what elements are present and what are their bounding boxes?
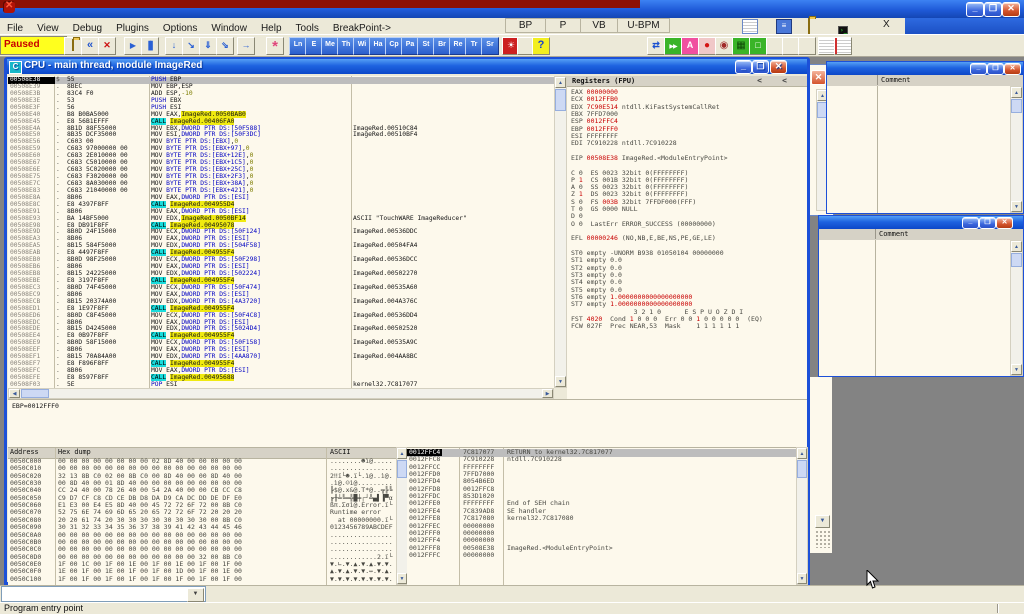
comment-panel-top: _ ❒ ✕ Comment ▲ ▼ <box>826 61 1024 214</box>
swap-windows-icon[interactable] <box>647 37 665 55</box>
comment-panel-bottom-body <box>819 240 1010 376</box>
console-icon[interactable]: ›_ <box>838 19 852 32</box>
panel-close-button[interactable]: ✕ <box>996 217 1013 229</box>
spiral-icon[interactable] <box>715 37 733 55</box>
maximize-button[interactable]: ❒ <box>984 2 1002 17</box>
comment-panel-bottom: _ ❒ ✕ Comment ▲ ▼ <box>818 215 1024 377</box>
run-status-badge: Paused <box>0 36 67 55</box>
register-line: EIP 00508E38 ImageRed.<ModuleEntryPoint> <box>571 155 728 162</box>
disasm-row[interactable]: 00508EE9.8B0D 58F15000MOV ECX,DWORD PTR … <box>8 340 554 347</box>
register-line: EFL 00000246 (NO,NB,E,BE,NS,PE,GE,LE) <box>571 235 716 242</box>
ollydbg-app-icon <box>3 1 15 13</box>
comment-panel-top-titlebar[interactable]: _ ❒ ✕ <box>827 62 1023 75</box>
disassembly-hscrollbar[interactable]: ◀ ▶ <box>8 388 554 399</box>
statusbar: Program entry point <box>0 602 1024 614</box>
cpu-close-button[interactable]: ✕ <box>770 60 787 74</box>
analyze-icon[interactable] <box>681 37 699 55</box>
info-pane: EBP=0012FFF0 <box>8 399 807 447</box>
menu-plugin-p[interactable]: P <box>546 18 581 33</box>
register-line: FCW 027F Prec NEAR,53 Mask 1 1 1 1 1 1 <box>571 323 739 330</box>
combobox-dropdown-icon[interactable]: ▼ <box>187 588 204 602</box>
titlebar-filler <box>905 18 1024 34</box>
dump-row[interactable]: 0050C1001F 00 1F 00 1F 00 1F 00 1F 00 1F… <box>8 576 396 584</box>
cpu-maximize-button[interactable]: ❒ <box>752 60 769 74</box>
grid-plugin-icon[interactable] <box>732 37 750 55</box>
comment-panel-bottom-titlebar[interactable]: _ ❒ ✕ <box>819 216 1023 229</box>
stack-pane[interactable]: 0012FFC47C817077RETURN to kernel32.7C817… <box>407 447 796 586</box>
cpu-window-icon: C <box>9 61 22 74</box>
info-line: EBP=0012FFF0 <box>12 402 59 410</box>
cpu-window-titlebar[interactable]: C CPU - main thread, module ImageRed _ ❒… <box>7 59 807 74</box>
disasm-row[interactable]: 00508E3E.53PUSH EBX <box>8 98 554 105</box>
cpu-minimize-button[interactable]: _ <box>735 60 752 74</box>
statusbar-text: Program entry point <box>0 603 83 613</box>
step-into-button[interactable] <box>165 37 183 55</box>
menu-plugin-bp[interactable]: BP <box>505 18 546 33</box>
disassembly-vscrollbar[interactable]: ▲ ▼ <box>554 76 567 388</box>
toolbar-letter-sr[interactable]: Sr <box>481 37 499 55</box>
breakpoint-ball-icon[interactable] <box>698 37 716 55</box>
stack-row[interactable]: 0012FFFC00000000 <box>407 552 796 560</box>
registers-prev-icon[interactable]: < <box>757 76 762 86</box>
toolbar-empty-button-3[interactable] <box>798 37 816 55</box>
book-icon[interactable]: ≡ <box>776 19 792 34</box>
registers-next-icon[interactable]: < <box>782 76 787 86</box>
hidden-panel-close-icon[interactable]: ✕ <box>811 70 826 85</box>
mouse-cursor <box>866 570 880 590</box>
close-program-button[interactable] <box>98 37 116 55</box>
cpu-window-title: CPU - main thread, module ImageRed <box>24 60 202 71</box>
comment-panel-top-body <box>827 86 1010 213</box>
register-line: EDI 7C910228 ntdll.7C910228 <box>571 140 677 147</box>
dump-header-hex: Hex dump <box>58 448 91 457</box>
dump-pane[interactable]: Address Hex dump ASCII 0050C00000 00 00 … <box>8 447 396 586</box>
window-plugin-icon[interactable] <box>749 37 767 55</box>
close-button[interactable]: ✕ <box>1002 2 1020 17</box>
panel-maximize-button[interactable]: ❒ <box>987 63 1004 75</box>
disasm-row[interactable]: 00508ED6.8B0D C8F45000MOV ECX,DWORD PTR … <box>8 313 554 320</box>
scroll-down-icon[interactable]: ▼ <box>815 515 830 528</box>
marked-list-icon[interactable] <box>834 37 852 55</box>
menu-close-x[interactable]: X <box>876 18 897 34</box>
panel-maximize-button[interactable]: ❒ <box>979 217 996 229</box>
comment-column-header: Comment <box>875 229 909 239</box>
step-over-button[interactable] <box>182 37 200 55</box>
main-titlebar[interactable]: _ ❒ ✕ <box>0 0 1024 18</box>
resize-grip[interactable] <box>815 530 831 548</box>
folder-icon[interactable] <box>808 19 822 32</box>
panel-close-button[interactable]: ✕ <box>1004 63 1021 75</box>
panel-minimize-button[interactable]: _ <box>970 63 987 75</box>
panel-minimize-button[interactable]: _ <box>962 217 979 229</box>
go-to-origin-button[interactable] <box>266 37 284 55</box>
dump-header-address: Address <box>10 448 39 457</box>
run-plugin-icon[interactable] <box>664 37 682 55</box>
disasm-row[interactable]: 00508EB0.8B0D 98F25000MOV ECX,DWORD PTR … <box>8 257 554 264</box>
disassembly-pane[interactable]: 00508E38$55PUSH EBP00508E39.8BECMOV EBP,… <box>8 76 554 388</box>
comment-panel-top-scrollbar[interactable]: ▲ ▼ <box>1010 86 1023 213</box>
command-combobox[interactable]: ▼ <box>1 586 206 602</box>
minimize-button[interactable]: _ <box>966 2 984 17</box>
comment-panel-bottom-scrollbar[interactable]: ▲ ▼ <box>1010 240 1023 376</box>
dump-header-ascii: ASCII <box>330 448 350 457</box>
notes-icon[interactable] <box>742 19 758 34</box>
menu-plugin-u-bpm[interactable]: U-BPM <box>618 18 670 33</box>
menubar: FileViewDebugPluginsOptionsWindowHelpToo… <box>0 18 905 35</box>
toolbar: Paused LnEMeThWiHaCpPaStBrReTrSr <box>0 34 1024 57</box>
restart-button[interactable] <box>81 37 99 55</box>
open-file-button[interactable] <box>64 37 82 55</box>
animate-over-button[interactable] <box>216 37 234 55</box>
registers-pane[interactable]: Registers (FPU) < < EAX 00000000ECX 0012… <box>567 76 807 446</box>
help-icon[interactable] <box>532 37 550 55</box>
menu-plugin-vb[interactable]: VB <box>581 18 618 33</box>
animate-into-button[interactable] <box>199 37 217 55</box>
titlebar-red-band <box>0 0 640 8</box>
pause-button[interactable] <box>141 37 159 55</box>
comment-column-header: Comment <box>877 75 911 85</box>
execute-till-return-button[interactable] <box>237 37 255 55</box>
stack-vscrollbar[interactable]: ▲ ▼ <box>796 447 808 585</box>
registers-header: Registers (FPU) < < <box>567 76 807 87</box>
run-button[interactable] <box>124 37 142 55</box>
register-line: O 0 LastErr ERROR_SUCCESS (00000000) <box>571 221 716 228</box>
disasm-row[interactable]: 00508EC3.8B0D 74F45000MOV ECX,DWORD PTR … <box>8 285 554 292</box>
